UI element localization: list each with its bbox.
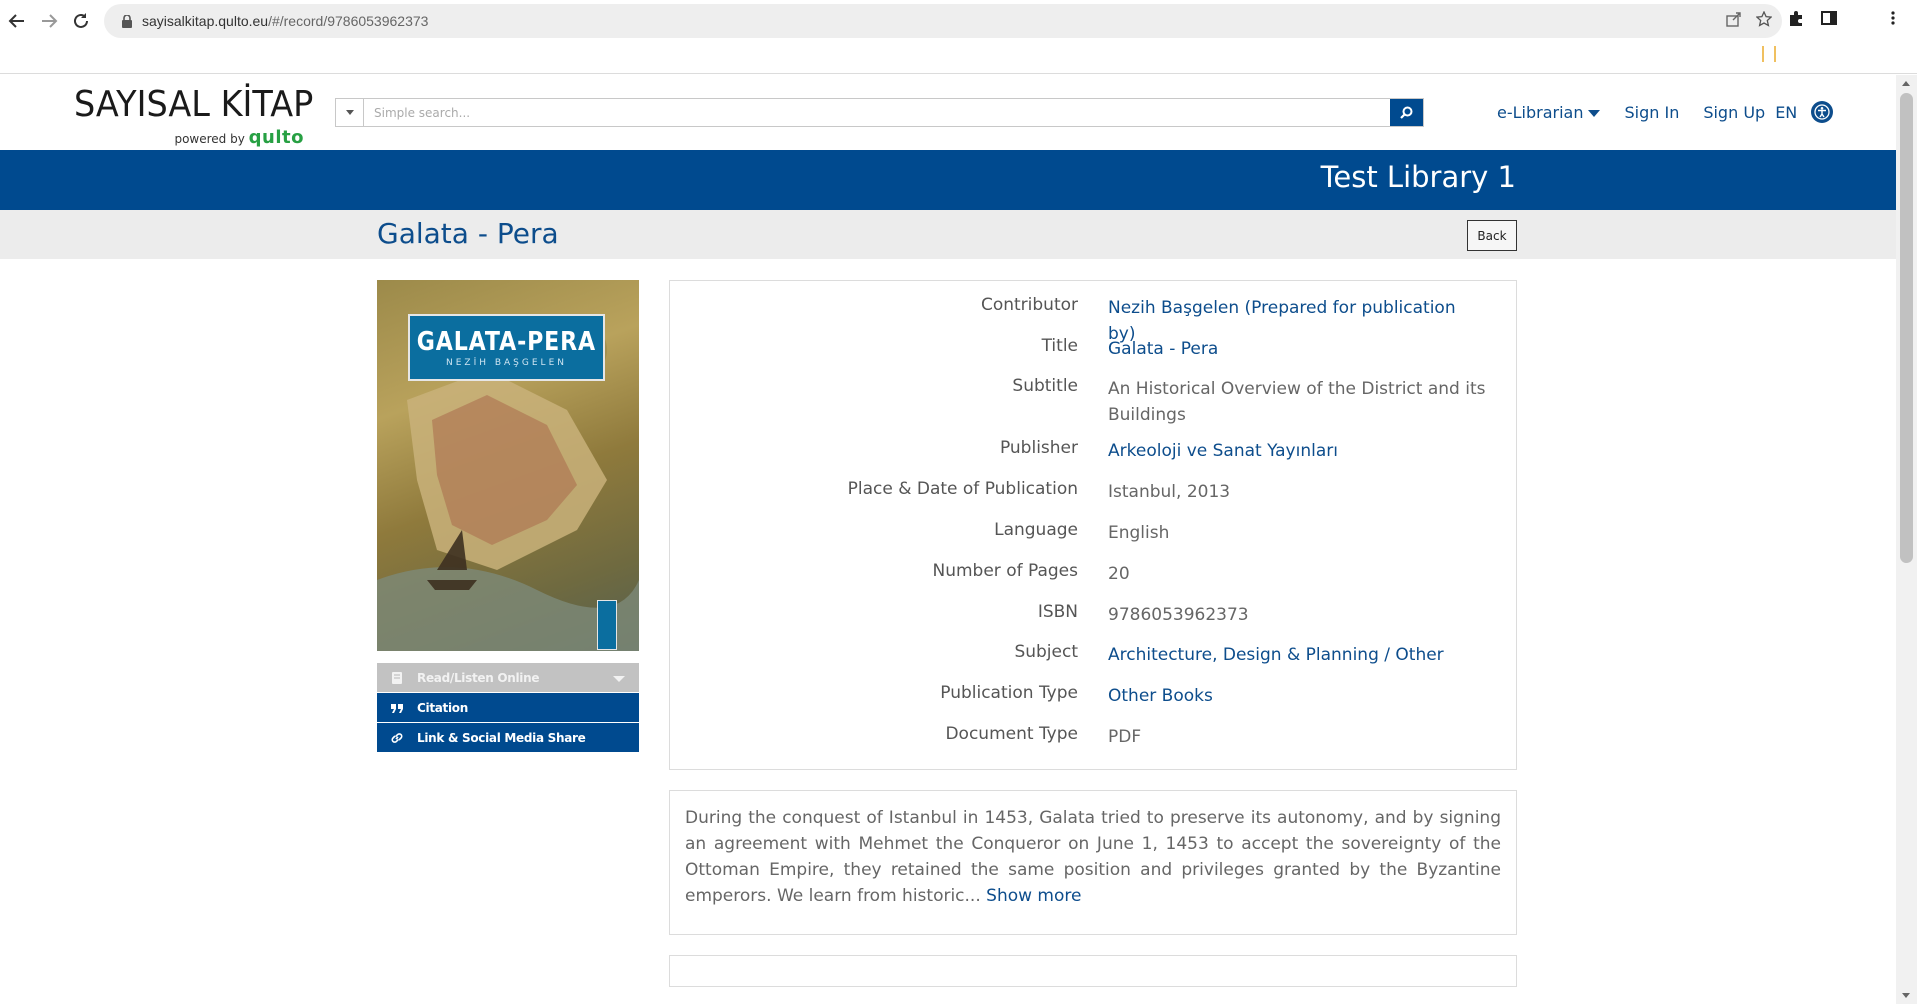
site-header: SAYISAL KİTAP powered by qulto e-Librari… [0, 75, 1896, 150]
quote-icon [389, 700, 405, 716]
search-input[interactable] [364, 99, 1390, 126]
show-more-link[interactable]: Show more [986, 886, 1081, 906]
meta-value-subtitle: An Historical Overview of the District a… [1108, 379, 1486, 425]
url-text: sayisalkitap.qulto.eu/#/record/978605396… [142, 13, 429, 29]
sign-in-link[interactable]: Sign In [1624, 103, 1679, 122]
side-panel-icon[interactable] [1821, 10, 1837, 31]
citation-button[interactable]: Citation [377, 693, 639, 723]
sign-up-link[interactable]: Sign Up [1703, 103, 1765, 122]
back-button[interactable]: Back [1467, 220, 1517, 251]
read-online-button[interactable]: Read/Listen Online [377, 663, 639, 693]
meta-label: Contributor [980, 295, 1078, 315]
scroll-up-icon[interactable] [1902, 81, 1910, 86]
page-scrollbar[interactable] [1896, 75, 1917, 1004]
meta-value-publication-type[interactable]: Other Books [1108, 683, 1488, 709]
meta-label: Title [1041, 336, 1078, 356]
meta-label: ISBN [1037, 602, 1078, 622]
meta-label: Language [994, 520, 1078, 540]
header-nav: e-Librarian Sign In Sign Up EN [1497, 97, 1834, 127]
search-icon [1400, 106, 1413, 119]
meta-value-place-date: Istanbul, 2013 [1108, 482, 1231, 502]
publisher-badge [597, 600, 617, 650]
meta-label: Subtitle [1012, 376, 1078, 396]
browser-menu-icon[interactable] [1890, 10, 1896, 31]
bookmark-divider [1762, 46, 1776, 62]
cover-title: GALATA-PERA [416, 327, 597, 357]
meta-label: Publication Type [940, 683, 1078, 703]
meta-value-document-type: PDF [1108, 727, 1142, 747]
address-bar[interactable]: sayisalkitap.qulto.eu/#/record/978605396… [104, 4, 1782, 38]
record-actions: Read/Listen Online Citation Link & Socia… [377, 663, 639, 753]
logo-powered-by: powered by qulto [174, 127, 304, 148]
description-text: During the conquest of Istanbul in 1453,… [685, 808, 1501, 906]
caret-down-icon [345, 110, 354, 115]
accessibility-icon[interactable] [1811, 101, 1834, 123]
page-title: Galata - Pera [377, 217, 559, 250]
meta-label: Document Type [945, 724, 1078, 744]
search-button[interactable] [1390, 99, 1423, 126]
meta-value-pages: 20 [1108, 564, 1130, 584]
search-type-dropdown[interactable] [336, 99, 364, 126]
search-bar [335, 98, 1424, 127]
share-icon[interactable] [1726, 11, 1742, 32]
meta-value-isbn: 9786053962373 [1108, 605, 1249, 625]
description-panel: During the conquest of Istanbul in 1453,… [669, 790, 1517, 935]
language-selector[interactable]: EN [1775, 103, 1797, 122]
reload-icon[interactable] [68, 8, 94, 34]
link-icon [389, 730, 405, 746]
metadata-panel: Contributor Nezih Başgelen (Prepared for… [669, 280, 1517, 770]
caret-down-icon [613, 676, 625, 682]
meta-label: Subject [1014, 642, 1078, 662]
meta-label: Publisher [999, 438, 1078, 458]
scroll-down-icon[interactable] [1902, 993, 1910, 998]
library-banner: Test Library 1 [0, 150, 1896, 210]
logo-name: SAYISAL KİTAP [74, 84, 314, 125]
meta-value-subject[interactable]: Architecture, Design & Planning / Other [1108, 642, 1488, 668]
back-arrow-icon[interactable] [4, 8, 30, 34]
e-librarian-menu[interactable]: e-Librarian [1497, 103, 1601, 122]
meta-label: Place & Date of Publication [847, 479, 1078, 499]
lock-icon [112, 14, 142, 28]
scrollbar-thumb[interactable] [1900, 93, 1913, 563]
book-cover[interactable]: GALATA-PERA NEZİH BAŞGELEN [377, 280, 639, 651]
cover-title-box: GALATA-PERA NEZİH BAŞGELEN [408, 314, 605, 381]
meta-value-language: English [1108, 523, 1170, 543]
record-title-bar: Galata - Pera Back [0, 210, 1896, 259]
meta-label: Number of Pages [932, 561, 1079, 581]
caret-down-icon [1588, 109, 1601, 117]
meta-value-title[interactable]: Galata - Pera [1108, 336, 1488, 362]
additional-panel [669, 955, 1517, 987]
cover-author: NEZİH BAŞGELEN [445, 358, 567, 368]
link-share-button[interactable]: Link & Social Media Share [377, 723, 639, 753]
bookmark-star-icon[interactable] [1755, 9, 1773, 32]
library-name: Test Library 1 [1320, 160, 1516, 194]
extensions-puzzle-icon[interactable] [1788, 10, 1804, 31]
forward-arrow-icon[interactable] [36, 8, 62, 34]
site-logo[interactable]: SAYISAL KİTAP powered by qulto [74, 84, 314, 149]
meta-value-publisher[interactable]: Arkeoloji ve Sanat Yayınları [1108, 438, 1488, 464]
book-icon [389, 670, 405, 686]
browser-chrome: sayisalkitap.qulto.eu/#/record/978605396… [0, 0, 1917, 74]
qulto-brand: qulto [248, 127, 304, 148]
